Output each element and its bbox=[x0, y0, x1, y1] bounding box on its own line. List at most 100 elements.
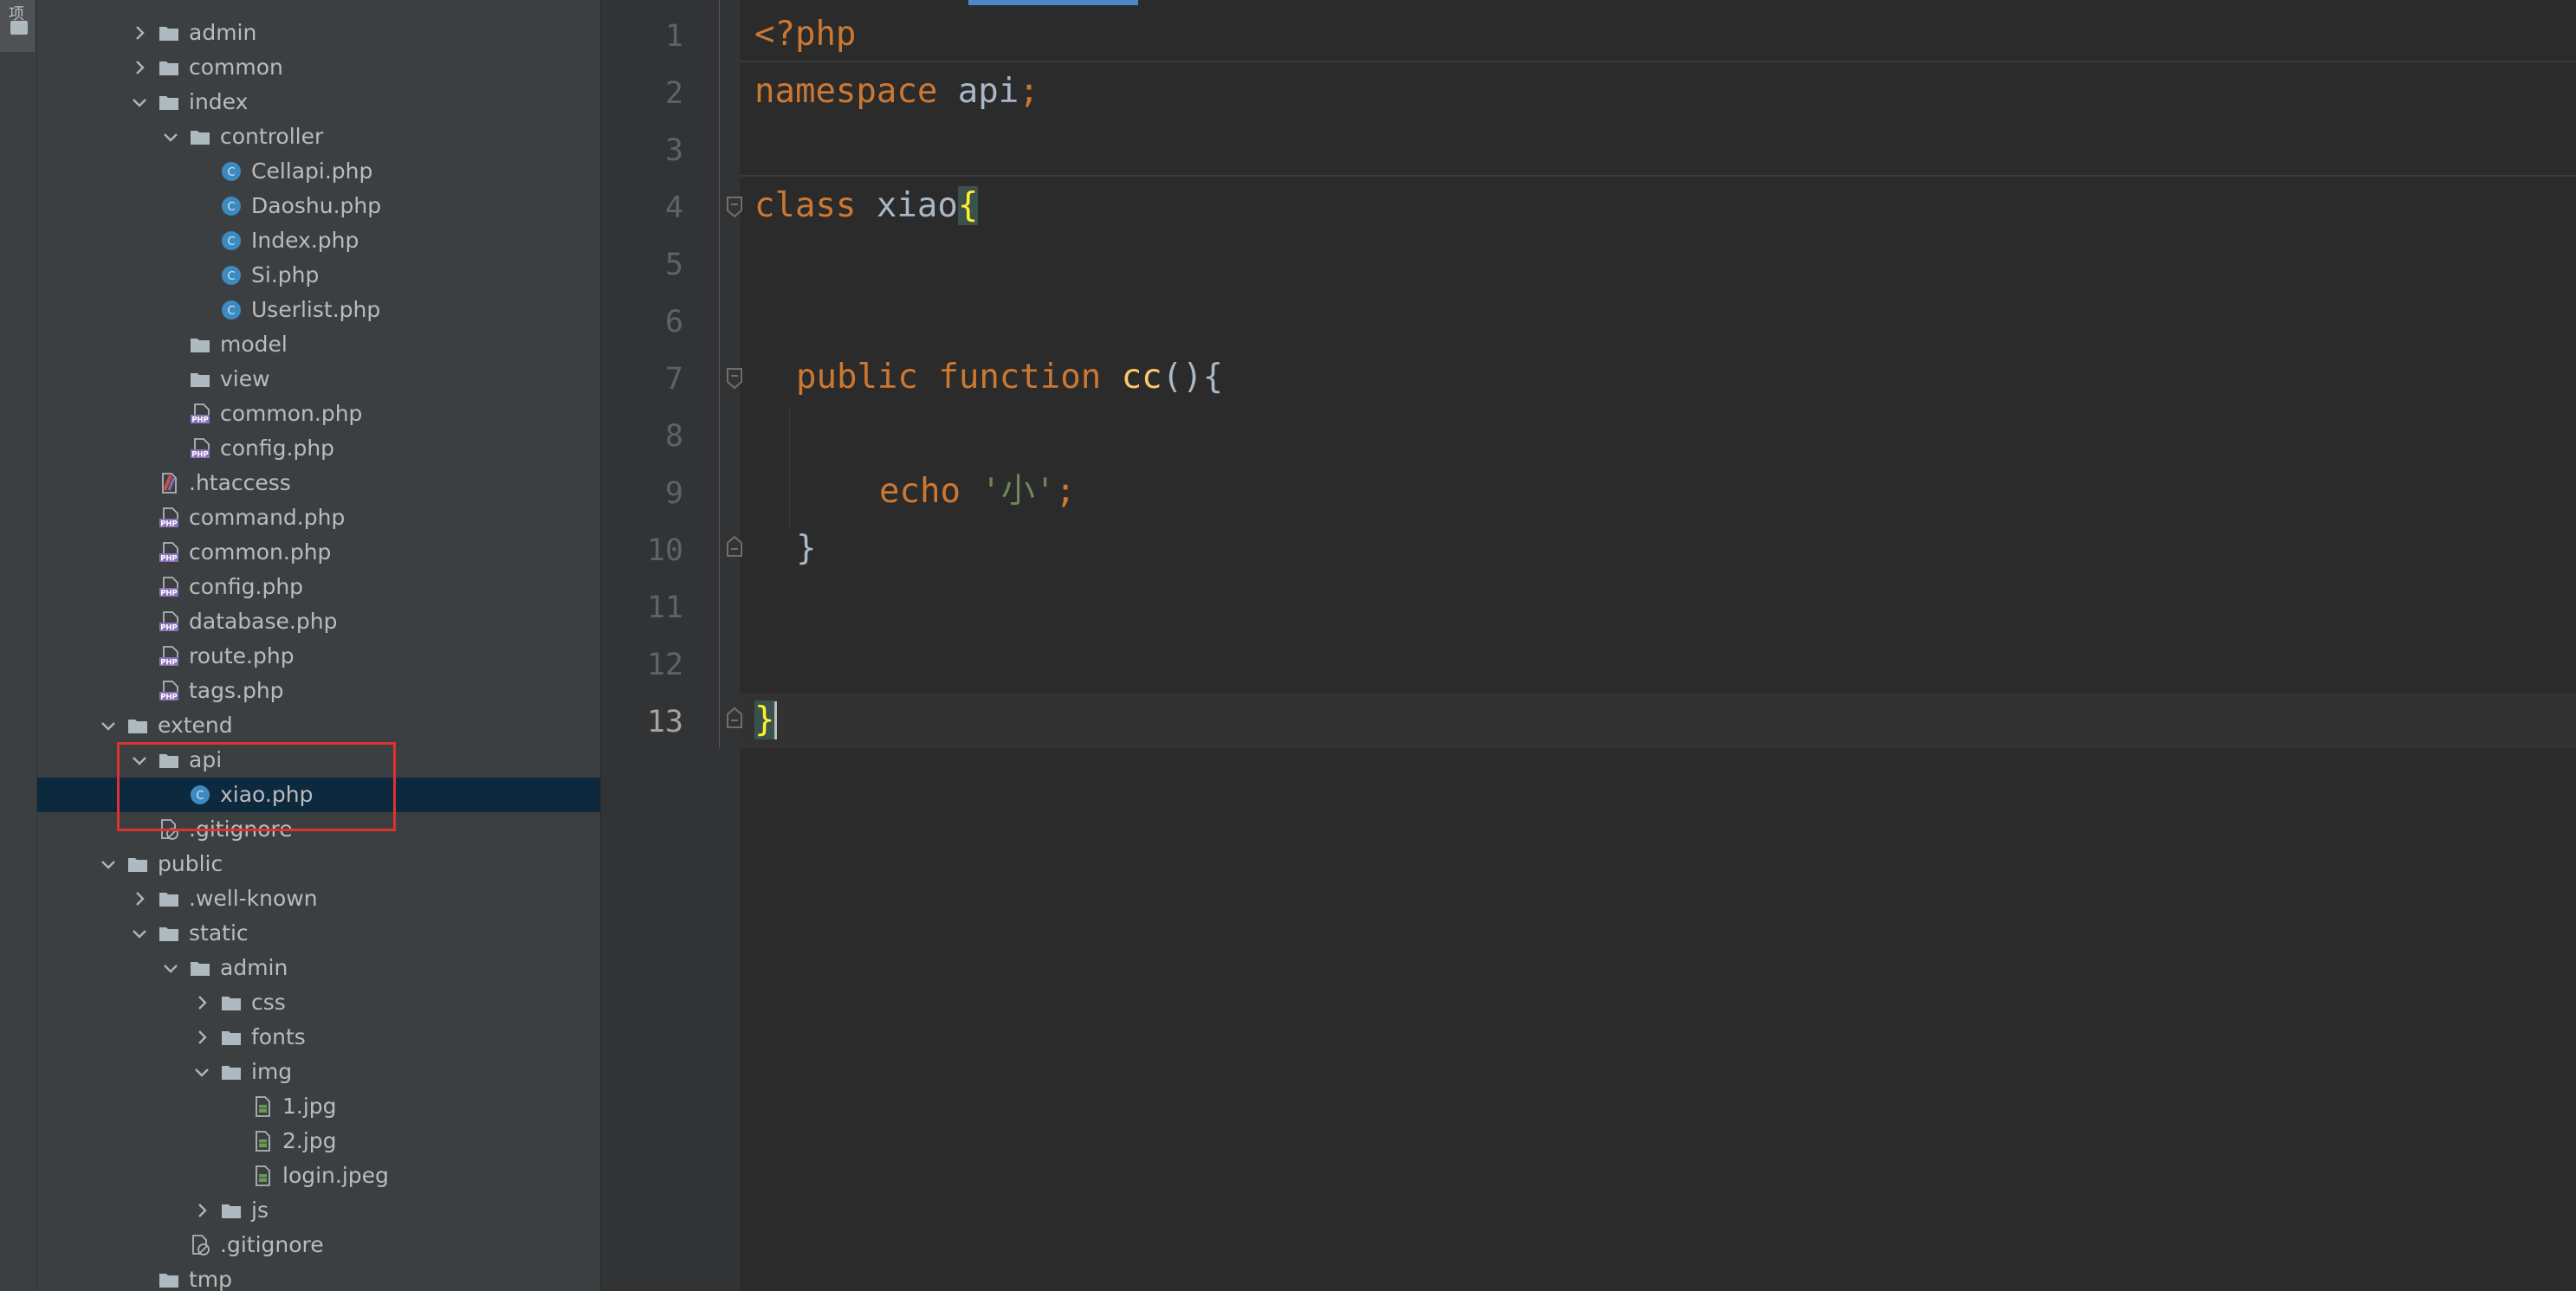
chevron-right-icon[interactable] bbox=[129, 23, 150, 43]
text-caret bbox=[774, 701, 778, 739]
tree-folder-row[interactable]: admin bbox=[37, 951, 600, 985]
project-tree-panel: admin common index controller C Cellapi.php C D… bbox=[37, 0, 600, 1291]
chevron-down-icon[interactable] bbox=[98, 854, 119, 875]
tree-folder-row[interactable]: static bbox=[37, 916, 600, 951]
chevron-down-icon[interactable] bbox=[98, 715, 119, 736]
tree-file-row[interactable]: C Si.php bbox=[37, 258, 600, 293]
htaccess-icon bbox=[159, 473, 179, 494]
namespace-name: api bbox=[937, 72, 1019, 111]
tree-file-row[interactable]: 1.jpg bbox=[37, 1089, 600, 1124]
chevron-right-icon[interactable] bbox=[191, 1200, 212, 1221]
tree-file-row[interactable]: PHP route.php bbox=[37, 639, 600, 674]
tree-item-label: fonts bbox=[251, 1024, 306, 1049]
tree-file-row[interactable]: .htaccess bbox=[37, 466, 600, 500]
tree-item-label: .htaccess bbox=[189, 470, 291, 495]
tree-file-row[interactable]: PHP command.php bbox=[37, 500, 600, 535]
chevron-right-icon[interactable] bbox=[129, 888, 150, 909]
tree-file-row[interactable]: PHP tags.php bbox=[37, 674, 600, 708]
project-tool-tab[interactable]: 项 bbox=[0, 0, 35, 52]
tree-folder-row[interactable]: img bbox=[37, 1055, 600, 1089]
tree-item-label: js bbox=[251, 1197, 269, 1223]
tree-folder-row[interactable]: model bbox=[37, 327, 600, 362]
tree-file-row[interactable]: C Userlist.php bbox=[37, 293, 600, 327]
folder-icon bbox=[221, 1027, 242, 1048]
tree-folder-row[interactable]: view bbox=[37, 362, 600, 397]
fold-end-icon[interactable] bbox=[725, 535, 744, 558]
annotation-highlight-box bbox=[117, 742, 396, 831]
tree-folder-row[interactable]: public bbox=[37, 847, 600, 881]
php-file-icon: PHP bbox=[190, 403, 210, 424]
tree-folder-row[interactable]: common bbox=[37, 50, 600, 85]
tree-folder-row[interactable]: tmp bbox=[37, 1262, 600, 1291]
tree-item-label: .gitignore bbox=[220, 1232, 324, 1257]
chevron-right-icon[interactable] bbox=[191, 992, 212, 1013]
tree-file-row[interactable]: 2.jpg bbox=[37, 1124, 600, 1159]
folder-icon bbox=[190, 126, 210, 147]
tree-file-row[interactable]: C Index.php bbox=[37, 223, 600, 258]
folder-icon bbox=[159, 1269, 179, 1290]
tree-item-label: model bbox=[220, 332, 288, 357]
line-number: 2 bbox=[664, 76, 683, 111]
fold-collapse-icon[interactable] bbox=[725, 367, 744, 390]
folder-icon bbox=[159, 23, 179, 43]
line-number: 6 bbox=[664, 305, 683, 339]
chevron-down-icon[interactable] bbox=[129, 92, 150, 113]
chevron-down-icon[interactable] bbox=[160, 126, 181, 147]
svg-text:C: C bbox=[227, 270, 235, 283]
gitignore-icon bbox=[190, 1235, 210, 1255]
tree-item-label: tmp bbox=[189, 1267, 233, 1291]
svg-text:C: C bbox=[227, 305, 235, 318]
string-literal: '小' bbox=[960, 472, 1056, 511]
tree-item-label: controller bbox=[220, 124, 324, 149]
fold-end-icon[interactable] bbox=[725, 707, 744, 729]
tree-folder-row[interactable]: css bbox=[37, 985, 600, 1020]
folder-icon bbox=[127, 715, 148, 736]
tree-folder-row[interactable]: index bbox=[37, 85, 600, 119]
tree-item-label: .well-known bbox=[189, 886, 318, 911]
tree-folder-row[interactable]: extend bbox=[37, 708, 600, 743]
tree-file-row[interactable]: PHP database.php bbox=[37, 604, 600, 639]
tree-folder-row[interactable]: js bbox=[37, 1193, 600, 1228]
chevron-right-icon[interactable] bbox=[191, 1027, 212, 1048]
indent-guide bbox=[789, 407, 790, 528]
code-line-9: echo '小'; bbox=[879, 473, 1076, 511]
tree-file-row[interactable]: PHP common.php bbox=[37, 535, 600, 570]
tree-item-label: login.jpeg bbox=[282, 1163, 389, 1188]
code-line-13: } bbox=[754, 700, 778, 739]
php-open-tag: <?php bbox=[754, 15, 857, 54]
tree-folder-row[interactable]: fonts bbox=[37, 1020, 600, 1055]
tree-file-row[interactable]: C Cellapi.php bbox=[37, 154, 600, 189]
svg-text:C: C bbox=[227, 236, 235, 249]
tree-folder-row[interactable]: controller bbox=[37, 119, 600, 154]
tree-item-label: Userlist.php bbox=[251, 297, 381, 322]
svg-text:PHP: PHP bbox=[160, 590, 178, 598]
chevron-down-icon[interactable] bbox=[129, 923, 150, 944]
tree-file-row[interactable]: login.jpeg bbox=[37, 1159, 600, 1193]
svg-text:PHP: PHP bbox=[160, 694, 178, 702]
svg-text:C: C bbox=[227, 201, 235, 214]
chevron-down-icon[interactable] bbox=[160, 958, 181, 978]
tree-file-row[interactable]: C Daoshu.php bbox=[37, 189, 600, 223]
code-line-2: namespace api; bbox=[754, 73, 1039, 111]
left-tool-stripe: 项 bbox=[0, 0, 37, 1291]
active-tab-indicator bbox=[968, 0, 1138, 5]
chevron-down-icon[interactable] bbox=[191, 1062, 212, 1082]
method-separator bbox=[740, 175, 2576, 177]
fold-collapse-icon[interactable] bbox=[725, 196, 744, 218]
line-number: 1 bbox=[664, 19, 683, 54]
tree-folder-row[interactable]: admin bbox=[37, 16, 600, 50]
class-c-icon: C bbox=[221, 161, 242, 182]
tree-folder-row[interactable]: .well-known bbox=[37, 881, 600, 916]
folder-icon bbox=[221, 992, 242, 1013]
tree-file-row[interactable]: PHP config.php bbox=[37, 570, 600, 604]
code-editor[interactable]: 1 2 3 4 5 6 7 8 9 10 11 12 13 <?php name… bbox=[601, 0, 2576, 1291]
matched-brace: } bbox=[754, 700, 775, 739]
tree-file-row[interactable]: .gitignore bbox=[37, 1228, 600, 1262]
folder-icon bbox=[159, 57, 179, 78]
tree-file-row[interactable]: PHP config.php bbox=[37, 431, 600, 466]
chevron-right-icon[interactable] bbox=[129, 57, 150, 78]
tree-item-label: tags.php bbox=[189, 678, 284, 703]
tree-file-row[interactable]: PHP common.php bbox=[37, 397, 600, 431]
tree-item-label: config.php bbox=[189, 574, 304, 599]
tree-item-label: 1.jpg bbox=[282, 1094, 337, 1119]
